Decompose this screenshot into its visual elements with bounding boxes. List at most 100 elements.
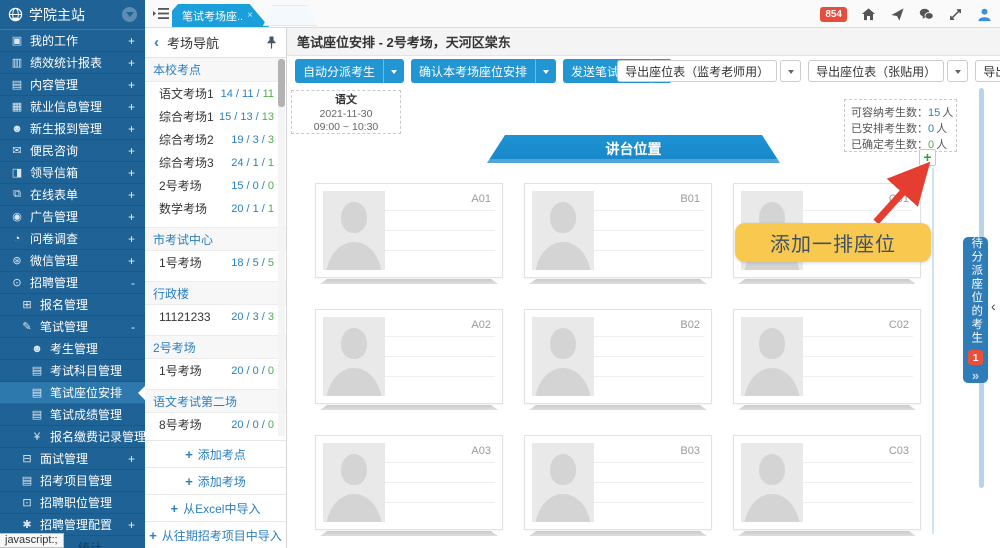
export-button[interactable]: 导出座位表（监考老师用） bbox=[617, 60, 777, 82]
sidebar-item[interactable]: ▤ 笔试座位安排 bbox=[0, 382, 145, 404]
chat-icon[interactable] bbox=[919, 7, 934, 22]
exam-room-name: 8号考场 bbox=[159, 416, 202, 433]
seat-card[interactable]: A01 bbox=[315, 183, 503, 284]
sidebar-item[interactable]: ▣ 我的工作 + bbox=[0, 30, 145, 52]
expand-toggle-icon[interactable]: + bbox=[128, 166, 135, 180]
expand-toggle-icon[interactable]: + bbox=[128, 210, 135, 224]
exam-room-row[interactable]: 综合考场3 24 / 1 / 1 bbox=[145, 151, 286, 174]
sidebar-item[interactable]: ⊟ 面试管理 + bbox=[0, 448, 145, 470]
toggle-menu-icon[interactable] bbox=[153, 7, 169, 20]
sidebar-item[interactable]: ▤ 内容管理 + bbox=[0, 74, 145, 96]
export-button[interactable]: 导出签到表 bbox=[975, 60, 1000, 82]
sidebar-item-label: 面试管理 bbox=[40, 450, 88, 467]
expand-toggle-icon[interactable]: + bbox=[128, 254, 135, 268]
nav-action-button[interactable]: + 从往期招考项目中导入 bbox=[145, 521, 286, 548]
export-button[interactable]: 导出座位表（张贴用） bbox=[808, 60, 944, 82]
exam-room-row[interactable]: 2号考场 15 / 0 / 0 bbox=[145, 174, 286, 197]
home-icon[interactable] bbox=[861, 7, 876, 22]
primary-action-button[interactable]: 自动分派考生 bbox=[295, 59, 404, 83]
seat-card[interactable]: C03 bbox=[733, 435, 921, 536]
exam-room-row[interactable]: 1号考场 20 / 0 / 0 bbox=[145, 359, 286, 382]
expand-icon[interactable] bbox=[948, 7, 963, 22]
pending-students-panel-tab[interactable]: 待分派座位的考生 1 » bbox=[963, 237, 988, 383]
seat-card[interactable]: A02 bbox=[315, 309, 503, 410]
exam-room-row[interactable]: 本校考点 bbox=[145, 58, 286, 82]
person-silhouette bbox=[323, 191, 385, 270]
expand-toggle-icon[interactable]: + bbox=[128, 232, 135, 246]
dropdown-caret-icon[interactable] bbox=[535, 59, 556, 83]
sidebar-item[interactable]: ✎ 笔试管理 - bbox=[0, 316, 145, 338]
tab-close-icon[interactable]: × bbox=[247, 10, 253, 21]
sidebar-item[interactable]: ⊛ 微信管理 + bbox=[0, 250, 145, 272]
notification-badge[interactable]: 854 bbox=[820, 7, 847, 22]
nav-action-button[interactable]: + 添加考点 bbox=[145, 440, 286, 467]
sidebar-item[interactable]: ✉ 便民咨询 + bbox=[0, 140, 145, 162]
exam-room-name: 2号考场 bbox=[159, 177, 202, 194]
expand-toggle-icon[interactable]: - bbox=[131, 276, 135, 290]
sidebar-item[interactable]: ⊙ 招聘管理 - bbox=[0, 272, 145, 294]
expand-toggle-icon[interactable]: + bbox=[128, 34, 135, 48]
nav-scrollbar-thumb[interactable] bbox=[278, 59, 285, 107]
person-silhouette bbox=[741, 317, 803, 396]
pin-icon[interactable] bbox=[266, 36, 277, 49]
exam-room-row[interactable]: 8号考场 20 / 0 / 0 bbox=[145, 413, 286, 436]
dropdown-caret-icon[interactable] bbox=[947, 60, 968, 82]
collapse-right-icon[interactable]: ‹ bbox=[991, 298, 996, 314]
seat-card[interactable]: B02 bbox=[524, 309, 712, 410]
nav-action-button[interactable]: + 从Excel中导入 bbox=[145, 494, 286, 521]
dropdown-caret-icon[interactable] bbox=[780, 60, 801, 82]
exam-room-row[interactable]: 数学考场 20 / 1 / 1 bbox=[145, 197, 286, 220]
user-avatar-icon[interactable] bbox=[977, 7, 992, 22]
exam-room-row[interactable]: 语文考试第二场 bbox=[145, 389, 286, 413]
sidebar-item[interactable]: ◨ 领导信箱 + bbox=[0, 162, 145, 184]
page-title: 笔试座位安排 - 2号考场，天河区棠东 bbox=[297, 32, 511, 51]
sidebar-item[interactable]: ▤ 笔试成绩管理 bbox=[0, 404, 145, 426]
sidebar-item[interactable]: ▤ 招考项目管理 bbox=[0, 470, 145, 492]
sidebar-item[interactable]: ⧉ 在线表单 + bbox=[0, 184, 145, 206]
expand-toggle-icon[interactable]: + bbox=[128, 78, 135, 92]
chevron-circle-down-icon[interactable] bbox=[122, 7, 137, 22]
collapse-panel-icon[interactable]: ‹ bbox=[154, 35, 159, 50]
seat-counts: 24 / 1 / bbox=[231, 157, 265, 169]
sidebar-item[interactable]: ◉ 广告管理 + bbox=[0, 206, 145, 228]
sidebar-item[interactable]: ⊡ 招聘职位管理 bbox=[0, 492, 145, 514]
primary-action-button[interactable]: 确认本考场座位安排 bbox=[411, 59, 556, 83]
expand-toggle-icon[interactable]: + bbox=[128, 452, 135, 466]
dropdown-caret-icon[interactable] bbox=[383, 59, 404, 83]
expand-toggle-icon[interactable]: + bbox=[128, 144, 135, 158]
expand-toggle-icon[interactable]: + bbox=[128, 518, 135, 532]
exam-room-row[interactable]: 行政楼 bbox=[145, 281, 286, 305]
sidebar-item[interactable]: ◔ 问卷调查 + bbox=[0, 228, 145, 250]
seat-card[interactable]: A03 bbox=[315, 435, 503, 536]
expand-toggle-icon[interactable]: + bbox=[128, 100, 135, 114]
exam-room-row[interactable]: 11121233 20 / 3 / 3 bbox=[145, 305, 286, 328]
exam-room-row[interactable]: 综合考场1 15 / 13 / 13 bbox=[145, 105, 286, 128]
nav-action-button[interactable]: + 添加考场 bbox=[145, 467, 286, 494]
send-icon[interactable] bbox=[890, 7, 905, 22]
exam-room-row[interactable]: 1号考场 18 / 5 / 5 bbox=[145, 251, 286, 274]
exam-room-row[interactable]: 语文考场1 14 / 11 / 11 bbox=[145, 82, 286, 105]
expand-toggle-icon[interactable]: + bbox=[128, 188, 135, 202]
expand-toggle-icon[interactable]: + bbox=[128, 122, 135, 136]
sidebar-item[interactable]: ☻ 新生报到管理 + bbox=[0, 118, 145, 140]
nav-scrollbar[interactable] bbox=[278, 59, 285, 436]
brand-header[interactable]: 学院主站 bbox=[0, 0, 145, 30]
seat-card[interactable]: C02 bbox=[733, 309, 921, 410]
expand-toggle-icon[interactable]: + bbox=[128, 56, 135, 70]
sidebar-item[interactable]: ▤ 考试科目管理 bbox=[0, 360, 145, 382]
sidebar-item[interactable]: ▦ 就业信息管理 + bbox=[0, 96, 145, 118]
sidebar-item[interactable]: ¥ 报名缴费记录管理 bbox=[0, 426, 145, 448]
expand-panel-icon[interactable]: » bbox=[972, 368, 979, 383]
seat-card[interactable]: B03 bbox=[524, 435, 712, 536]
exam-room-row[interactable]: 2号考场 bbox=[145, 335, 286, 359]
sidebar-item[interactable]: ☻ 考生管理 bbox=[0, 338, 145, 360]
seat-card[interactable]: B01 bbox=[524, 183, 712, 284]
confirmed-count: 0 bbox=[268, 365, 274, 377]
sidebar-item[interactable]: ⊞ 报名管理 bbox=[0, 294, 145, 316]
tab-exam-room-seats[interactable]: 笔试考场座.. × bbox=[172, 4, 269, 27]
exam-room-row[interactable]: 综合考场2 19 / 3 / 3 bbox=[145, 128, 286, 151]
expand-toggle-icon[interactable]: - bbox=[131, 320, 135, 334]
exam-room-row[interactable]: 市考试中心 bbox=[145, 227, 286, 251]
add-seat-row-button[interactable]: + bbox=[919, 149, 936, 166]
sidebar-item[interactable]: ▥ 绩效统计报表 + bbox=[0, 52, 145, 74]
